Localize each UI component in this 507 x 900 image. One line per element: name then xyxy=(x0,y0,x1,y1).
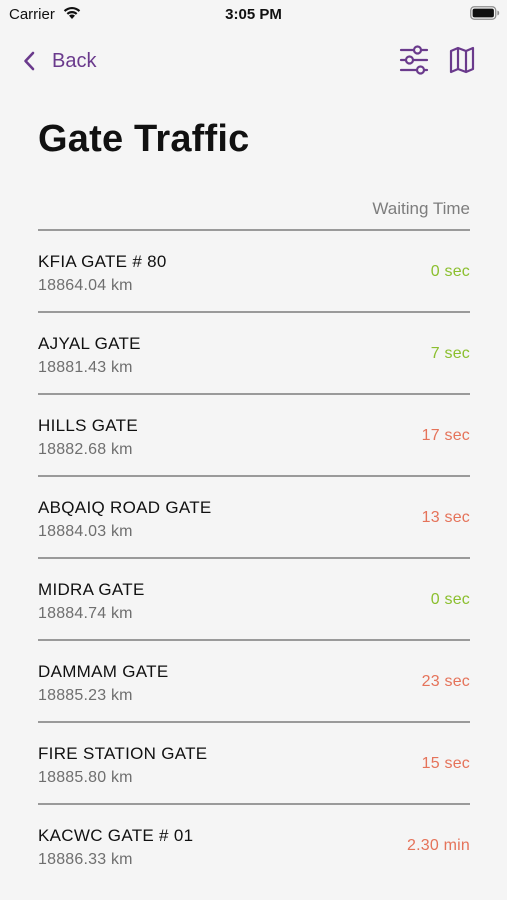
gate-wait-time: 2.30 min xyxy=(407,837,470,854)
gate-distance: 18882.68 km xyxy=(38,441,133,458)
gate-row[interactable]: DAMMAM GATE 18885.23 km 23 sec xyxy=(38,641,470,723)
gate-row[interactable]: KACWC GATE # 01 18886.33 km 2.30 min xyxy=(38,805,470,887)
gate-row[interactable]: MIDRA GATE 18884.74 km 0 sec xyxy=(38,559,470,641)
waiting-time-header: Waiting Time xyxy=(372,199,470,218)
gate-name: HILLS GATE xyxy=(38,416,138,435)
gate-distance: 18886.33 km xyxy=(38,851,133,868)
gate-wait-time: 0 sec xyxy=(430,591,470,608)
gate-distance: 18881.43 km xyxy=(38,359,133,376)
gate-row[interactable]: ABQAIQ ROAD GATE 18884.03 km 13 sec xyxy=(38,477,470,559)
gate-distance: 18885.80 km xyxy=(38,769,133,786)
status-bar: Carrier 3:05 PM xyxy=(0,0,507,28)
gate-name: KACWC GATE # 01 xyxy=(38,826,194,845)
gate-wait-time: 23 sec xyxy=(421,673,470,690)
gate-distance: 18864.04 km xyxy=(38,277,133,294)
gate-name: AJYAL GATE xyxy=(38,334,141,353)
gate-list: KFIA GATE # 80 18864.04 km 0 sec AJYAL G… xyxy=(38,231,470,887)
gate-name: ABQAIQ ROAD GATE xyxy=(38,498,212,517)
gate-distance: 18884.03 km xyxy=(38,523,133,540)
gate-name: DAMMAM GATE xyxy=(38,662,169,681)
gate-distance: 18885.23 km xyxy=(38,687,133,704)
back-label: Back xyxy=(52,49,97,72)
battery-icon xyxy=(470,6,500,20)
gate-row[interactable]: AJYAL GATE 18881.43 km 7 sec xyxy=(38,313,470,395)
gate-wait-time: 0 sec xyxy=(430,263,470,280)
back-button[interactable]: Back xyxy=(22,46,96,76)
status-time: 3:05 PM xyxy=(225,6,282,23)
page-title: Gate Traffic xyxy=(38,118,250,160)
filter-sliders-icon[interactable] xyxy=(398,44,430,76)
gate-wait-time: 15 sec xyxy=(421,755,470,772)
gate-row[interactable]: FIRE STATION GATE 18885.80 km 15 sec xyxy=(38,723,470,805)
gate-row[interactable]: HILLS GATE 18882.68 km 17 sec xyxy=(38,395,470,477)
map-icon[interactable] xyxy=(448,45,476,75)
gate-wait-time: 17 sec xyxy=(421,427,470,444)
gate-row[interactable]: KFIA GATE # 80 18864.04 km 0 sec xyxy=(38,231,470,313)
gate-wait-time: 13 sec xyxy=(421,509,470,526)
gate-name: KFIA GATE # 80 xyxy=(38,252,167,271)
gate-distance: 18884.74 km xyxy=(38,605,133,622)
gate-name: MIDRA GATE xyxy=(38,580,145,599)
gate-name: FIRE STATION GATE xyxy=(38,744,208,763)
gate-wait-time: 7 sec xyxy=(430,345,470,362)
chevron-left-icon xyxy=(24,51,35,71)
